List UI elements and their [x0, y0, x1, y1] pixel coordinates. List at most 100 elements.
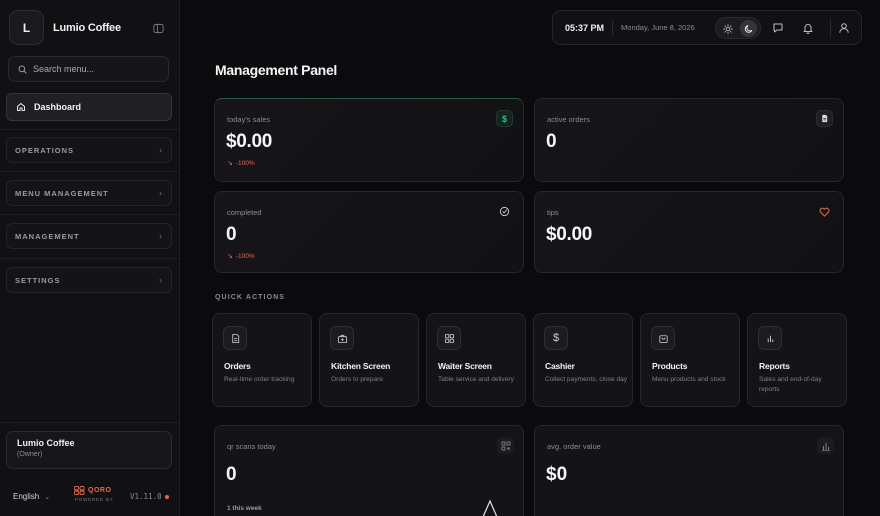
stat-value: $0.00: [226, 131, 273, 152]
quick-action-orders[interactable]: Orders Real-time order tracking: [212, 313, 312, 407]
chevron-right-icon: ›: [159, 275, 162, 285]
version-label: V1.11.0: [130, 492, 162, 501]
user-card[interactable]: Lumio Coffee (Owner): [6, 431, 172, 469]
document-icon: [223, 326, 247, 350]
stat-delta-value: -100%: [235, 159, 255, 167]
clock-date: Monday, June 8, 2026: [621, 23, 695, 32]
trend-down-icon: ↘: [227, 253, 233, 260]
sidebar-group-management[interactable]: MANAGEMENT ›: [6, 223, 172, 249]
grid-icon: [437, 326, 461, 350]
heart-icon: [816, 203, 833, 220]
stat-label: avg. order value: [547, 442, 601, 451]
user-name: Lumio Coffee: [17, 438, 75, 448]
divider: [0, 171, 180, 172]
stat-card-avg-order-value: avg. order value $0: [534, 425, 844, 516]
sidebar-group-label: MENU MANAGEMENT: [15, 188, 109, 198]
divider: [0, 422, 180, 423]
divider: [612, 20, 614, 35]
stat-label: active orders: [547, 115, 590, 124]
divider: [0, 129, 180, 130]
search-box[interactable]: [8, 56, 169, 82]
dollar-icon: $: [544, 326, 568, 350]
chevron-right-icon: ›: [159, 188, 162, 198]
quick-action-cashier[interactable]: $ Cashier Collect payments, close day: [533, 313, 633, 407]
qoro-logo-icon: [74, 486, 85, 495]
dollar-icon: $: [496, 110, 513, 127]
sidebar: L Lumio Coffee Dashboard OPERATIONS › ME…: [0, 0, 180, 516]
quick-action-title: Cashier: [545, 361, 575, 371]
stat-label: tips: [547, 208, 559, 217]
quick-action-title: Products: [652, 361, 688, 371]
stat-delta: ↘ -100%: [227, 159, 255, 168]
stat-card-todays-sales: today's sales $0.00 ↘ -100% $: [214, 98, 524, 182]
stat-card-active-orders: active orders 0: [534, 98, 844, 182]
sun-icon[interactable]: [719, 20, 736, 37]
quick-action-desc: Sales and end-of-day reports: [759, 376, 822, 393]
status-dot: [164, 494, 169, 499]
version-badge: V1.11.0: [130, 492, 169, 501]
stat-delta: ↘ -100%: [227, 252, 255, 261]
brand[interactable]: L Lumio Coffee: [9, 10, 121, 45]
sidebar-toggle-icon[interactable]: [150, 20, 166, 36]
message-icon[interactable]: [770, 20, 786, 36]
bag-icon: [651, 326, 675, 350]
quick-action-title: Waiter Screen: [438, 361, 492, 371]
quick-action-products[interactable]: Products Menu products and stock: [640, 313, 740, 407]
theme-toggle[interactable]: [715, 17, 761, 39]
sidebar-group-menu-management[interactable]: MENU MANAGEMENT ›: [6, 180, 172, 206]
sidebar-group-operations[interactable]: OPERATIONS ›: [6, 137, 172, 163]
quick-action-reports[interactable]: Reports Sales and end-of-day reports: [747, 313, 847, 407]
language-selector[interactable]: English ⌄: [13, 492, 50, 501]
brand-name: Lumio Coffee: [53, 21, 121, 34]
user-icon[interactable]: [836, 20, 852, 36]
quick-action-waiter-screen[interactable]: Waiter Screen Table service and delivery: [426, 313, 526, 407]
check-circle-icon: [496, 203, 513, 220]
powered-brand: QORO: [88, 487, 112, 494]
bar-chart-icon: [817, 437, 834, 454]
stat-value: 0: [546, 131, 557, 152]
sparkline: [482, 499, 498, 516]
powered-by-logo: QORO POWERED BY: [74, 486, 114, 502]
brand-logo: L: [9, 10, 44, 45]
sidebar-group-settings[interactable]: SETTINGS ›: [6, 267, 172, 293]
quick-actions-title: QUICK ACTIONS: [215, 294, 286, 301]
page-title: Management Panel: [215, 62, 338, 78]
stat-card-qr-scans: qr scans today 0 1 this week: [214, 425, 524, 516]
quick-action-title: Reports: [759, 361, 790, 371]
quick-action-desc: Menu products and stock: [652, 376, 726, 383]
language-label: English: [13, 492, 40, 501]
user-role: (Owner): [17, 451, 43, 458]
quick-action-desc: Orders to prepare: [331, 376, 384, 383]
quick-action-kitchen-screen[interactable]: Kitchen Screen Orders to prepare: [319, 313, 419, 407]
search-icon: [18, 64, 27, 74]
divider: [0, 258, 180, 259]
kitchen-icon: [330, 326, 354, 350]
divider: [830, 19, 831, 37]
stat-card-tips: tips $0.00: [534, 191, 844, 273]
stat-card-completed: completed 0 ↘ -100%: [214, 191, 524, 273]
sidebar-group-label: SETTINGS: [15, 275, 61, 285]
home-icon: [17, 103, 25, 111]
quick-action-title: Orders: [224, 361, 251, 371]
chevron-down-icon: ⌄: [44, 493, 51, 501]
clock-time: 05:37 PM: [565, 22, 605, 33]
document-icon: [816, 110, 833, 127]
stat-label: qr scans today: [227, 442, 276, 451]
quick-action-desc: Collect payments, close day: [545, 376, 628, 383]
divider: [0, 214, 180, 215]
sidebar-item-label: Dashboard: [34, 102, 82, 112]
bar-chart-icon: [758, 326, 782, 350]
stat-delta-value: -100%: [235, 252, 255, 260]
qr-icon: [497, 437, 514, 454]
sidebar-item-dashboard[interactable]: Dashboard: [6, 93, 172, 121]
stat-value: $0.00: [546, 224, 593, 245]
stat-value: 0: [226, 464, 237, 485]
trend-down-icon: ↘: [227, 160, 233, 167]
moon-icon[interactable]: [740, 20, 757, 37]
sidebar-group-label: OPERATIONS: [15, 145, 75, 155]
stat-label: completed: [227, 208, 262, 217]
stat-subtext: 1 this week: [227, 505, 262, 512]
bell-icon[interactable]: [800, 20, 816, 36]
topbar: 05:37 PM Monday, June 8, 2026: [552, 10, 862, 45]
search-input[interactable]: [33, 64, 158, 74]
